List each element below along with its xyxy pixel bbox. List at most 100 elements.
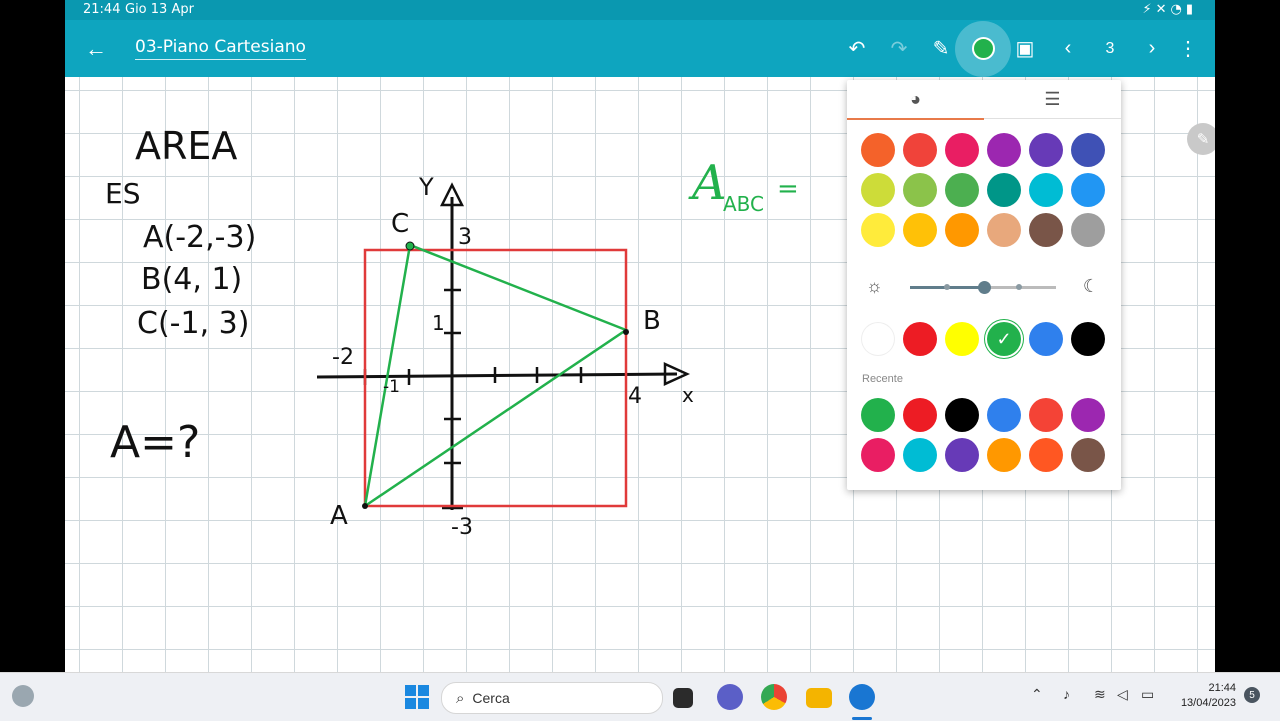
phone-link-icon[interactable] bbox=[849, 684, 875, 710]
x-axis bbox=[316, 372, 678, 379]
search-icon: ⌕ bbox=[456, 689, 465, 707]
color-swatch[interactable] bbox=[903, 213, 937, 247]
page-number: 3 bbox=[1105, 39, 1115, 57]
status-time: 21:44 bbox=[83, 2, 121, 17]
battery-icon[interactable]: ▭ bbox=[1141, 686, 1154, 703]
color-swatch[interactable] bbox=[903, 173, 937, 207]
color-swatch[interactable] bbox=[1071, 173, 1105, 207]
label-y-1: 1 bbox=[432, 311, 445, 335]
moon-icon: ☾ bbox=[1082, 276, 1099, 296]
area-formula-equals: = bbox=[777, 174, 799, 204]
tablet-screen: 21:44 Gio 13 Apr ⚡✕◔▮ ← 03-Piano Cartesi… bbox=[65, 0, 1215, 672]
main-color-grid bbox=[861, 133, 1107, 247]
shade-swatch[interactable] bbox=[861, 322, 895, 356]
undo-icon: ↶ bbox=[848, 38, 866, 60]
chevron-right-icon: › bbox=[1148, 37, 1156, 59]
shade-swatch[interactable] bbox=[1029, 322, 1063, 356]
speaker-icon[interactable]: ◁ bbox=[1117, 686, 1128, 703]
prev-page-button[interactable]: ‹ bbox=[1048, 20, 1088, 77]
color-swatch[interactable] bbox=[861, 133, 895, 167]
label-y-3: 3 bbox=[458, 225, 472, 250]
brightness-thumb[interactable] bbox=[978, 281, 991, 294]
label-x-neg1: -1 bbox=[383, 377, 400, 397]
file-explorer-dark-icon[interactable] bbox=[673, 688, 693, 708]
recent-color-swatch[interactable] bbox=[861, 398, 895, 432]
recent-color-swatch[interactable] bbox=[945, 438, 979, 472]
more-vert-icon: ⋮ bbox=[1178, 38, 1198, 60]
recent-color-swatch[interactable] bbox=[987, 398, 1021, 432]
recent-color-swatch[interactable] bbox=[903, 398, 937, 432]
recent-color-swatch[interactable] bbox=[861, 438, 895, 472]
shade-swatch[interactable] bbox=[1071, 322, 1105, 356]
back-button[interactable]: ← bbox=[81, 20, 111, 77]
color-swatch[interactable] bbox=[861, 173, 895, 207]
taskbar-search[interactable]: ⌕ Cerca bbox=[441, 682, 663, 714]
recent-color-swatch[interactable] bbox=[1029, 398, 1063, 432]
tab-colors[interactable]: ◕ bbox=[847, 80, 984, 120]
notification-badge[interactable]: 5 bbox=[1244, 687, 1260, 703]
shade-swatch[interactable]: ✓ bbox=[987, 322, 1021, 356]
label-b: B bbox=[643, 306, 661, 336]
palette-tabs: ◕ ☰ bbox=[847, 80, 1121, 120]
arrow-left-icon: ← bbox=[85, 35, 107, 61]
shade-color-row: ✓ bbox=[861, 322, 1107, 356]
point-a-marker bbox=[362, 503, 368, 509]
color-swatch[interactable] bbox=[945, 133, 979, 167]
sliders-icon: ☰ bbox=[1044, 88, 1061, 109]
more-options-button[interactable]: ⋮ bbox=[1168, 20, 1208, 77]
point-c-marker bbox=[405, 241, 415, 251]
example-label: ES bbox=[105, 177, 140, 210]
microphone-icon[interactable]: ♪ bbox=[1063, 686, 1070, 702]
next-page-button[interactable]: › bbox=[1132, 20, 1172, 77]
color-swatch[interactable] bbox=[987, 173, 1021, 207]
point-b-coords: B(4, 1) bbox=[141, 262, 242, 297]
redo-button[interactable]: ↷ bbox=[879, 20, 919, 77]
chevron-up-icon[interactable]: ⌃ bbox=[1031, 686, 1043, 703]
label-y-neg3: -3 bbox=[451, 515, 473, 540]
recent-color-swatch[interactable] bbox=[1071, 398, 1105, 432]
status-date: Gio 13 Apr bbox=[125, 2, 194, 17]
edit-fab-button[interactable]: ✎ bbox=[1187, 123, 1215, 155]
color-swatch[interactable] bbox=[945, 213, 979, 247]
color-swatch[interactable] bbox=[1029, 173, 1063, 207]
app-bar: ← 03-Piano Cartesiano ↶ ↷ ✎ ▣ ‹ 3 › ⋮ bbox=[65, 20, 1215, 77]
color-swatch[interactable] bbox=[903, 133, 937, 167]
shade-swatch[interactable] bbox=[945, 322, 979, 356]
label-a: A bbox=[330, 501, 348, 531]
color-swatch[interactable] bbox=[1071, 133, 1105, 167]
insert-image-button[interactable]: ▣ bbox=[1005, 20, 1045, 77]
color-swatch[interactable] bbox=[987, 213, 1021, 247]
recent-color-swatch[interactable] bbox=[1071, 438, 1105, 472]
color-button[interactable] bbox=[955, 20, 1011, 77]
recent-color-grid bbox=[861, 398, 1107, 472]
status-icons: ⚡✕◔▮ bbox=[1142, 2, 1197, 17]
color-swatch[interactable] bbox=[987, 133, 1021, 167]
start-button[interactable] bbox=[405, 685, 429, 709]
shade-swatch[interactable] bbox=[903, 322, 937, 356]
color-swatch[interactable] bbox=[1071, 213, 1105, 247]
color-swatch[interactable] bbox=[861, 213, 895, 247]
widgets-icon[interactable] bbox=[12, 685, 34, 707]
color-swatch[interactable] bbox=[1029, 213, 1063, 247]
recent-color-swatch[interactable] bbox=[987, 438, 1021, 472]
folder-icon[interactable] bbox=[806, 688, 832, 708]
undo-button[interactable]: ↶ bbox=[837, 20, 877, 77]
chrome-icon[interactable] bbox=[761, 684, 787, 710]
point-a-coords: A(-2,-3) bbox=[143, 220, 256, 255]
label-x-neg2: -2 bbox=[332, 345, 354, 370]
recent-color-swatch[interactable] bbox=[903, 438, 937, 472]
brightness-slider[interactable]: ☼ ☾ bbox=[861, 275, 1107, 299]
tab-settings[interactable]: ☰ bbox=[984, 80, 1121, 118]
taskbar-clock[interactable]: 21:44 13/04/2023 bbox=[1181, 681, 1236, 711]
recent-color-swatch[interactable] bbox=[945, 398, 979, 432]
color-swatch[interactable] bbox=[1029, 133, 1063, 167]
recent-color-swatch[interactable] bbox=[1029, 438, 1063, 472]
recent-label: Recente bbox=[862, 373, 903, 385]
notebook-title[interactable]: 03-Piano Cartesiano bbox=[135, 20, 306, 77]
pencil-icon: ✎ bbox=[1196, 131, 1210, 148]
label-c: C bbox=[391, 209, 409, 239]
color-swatch[interactable] bbox=[945, 173, 979, 207]
teams-icon[interactable] bbox=[717, 684, 743, 710]
chevron-left-icon: ‹ bbox=[1064, 37, 1072, 59]
wifi-icon[interactable]: ≋ bbox=[1094, 686, 1106, 703]
